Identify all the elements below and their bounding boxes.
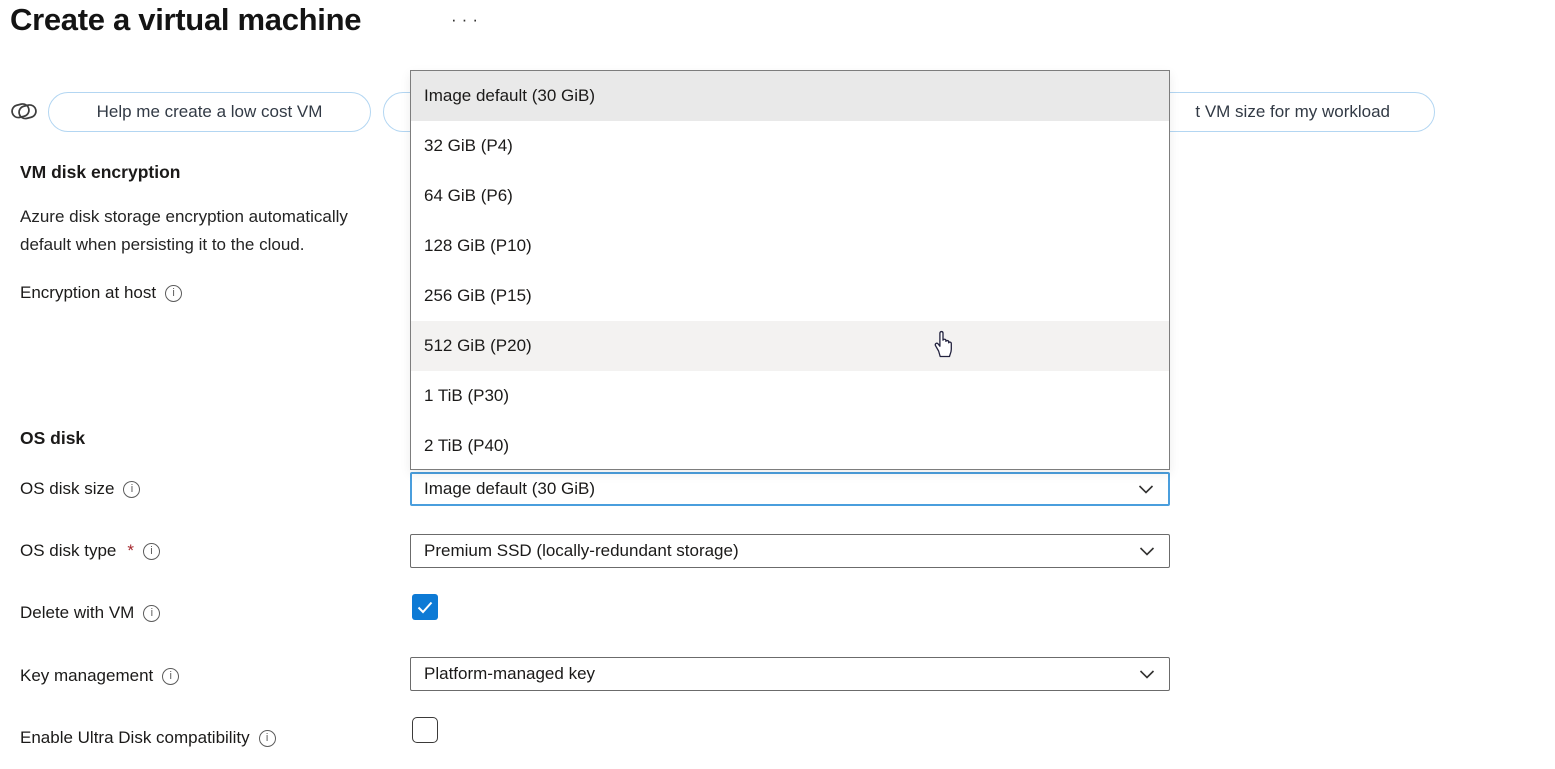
info-icon[interactable]: i [259,730,276,747]
os-disk-type-select[interactable]: Premium SSD (locally-redundant storage) [410,534,1170,568]
delete-with-vm-label: Delete with VM i [20,603,160,623]
required-marker: * [127,541,134,561]
dropdown-option-64gib[interactable]: 64 GiB (P6) [411,171,1169,221]
info-icon[interactable]: i [143,605,160,622]
dropdown-option-2tib[interactable]: 2 TiB (P40) [411,421,1169,471]
pill-label: Help me create a low cost VM [97,102,323,122]
chevron-down-icon [1139,546,1155,557]
encryption-at-host-label: Encryption at host i [20,283,182,303]
os-disk-heading: OS disk [20,428,85,449]
key-management-label: Key management i [20,666,179,686]
os-disk-type-label: OS disk type * i [20,541,160,561]
copilot-suggestion-low-cost-vm[interactable]: Help me create a low cost VM [48,92,371,132]
dropdown-option-image-default[interactable]: Image default (30 GiB) [411,71,1169,121]
info-icon[interactable]: i [165,285,182,302]
dropdown-option-512gib[interactable]: 512 GiB (P20) [411,321,1169,371]
delete-with-vm-checkbox[interactable] [412,594,438,620]
checkmark-icon [417,601,433,614]
dropdown-option-32gib[interactable]: 32 GiB (P4) [411,121,1169,171]
info-icon[interactable]: i [143,543,160,560]
os-disk-size-label: OS disk size i [20,479,140,499]
key-management-value: Platform-managed key [424,664,595,684]
os-disk-size-dropdown-list: Image default (30 GiB) 32 GiB (P4) 64 Gi… [410,70,1170,470]
create-vm-page: Create a virtual machine ··· Help me cre… [0,0,1555,769]
dropdown-option-256gib[interactable]: 256 GiB (P15) [411,271,1169,321]
info-icon[interactable]: i [123,481,140,498]
vm-disk-encryption-heading: VM disk encryption [20,162,180,183]
info-icon[interactable]: i [162,668,179,685]
ultra-disk-checkbox[interactable] [412,717,438,743]
ultra-disk-label: Enable Ultra Disk compatibility i [20,728,276,748]
key-management-select[interactable]: Platform-managed key [410,657,1170,691]
chevron-down-icon [1138,484,1154,495]
encryption-description-line1: Azure disk storage encryption automatica… [20,207,348,227]
dropdown-option-1tib[interactable]: 1 TiB (P30) [411,371,1169,421]
encryption-description-line2: default when persisting it to the cloud. [20,235,304,255]
more-options-ellipsis-icon[interactable]: ··· [451,10,483,30]
dropdown-option-128gib[interactable]: 128 GiB (P10) [411,221,1169,271]
pill-label: t VM size for my workload [1195,102,1390,122]
os-disk-size-value: Image default (30 GiB) [424,479,595,499]
os-disk-type-value: Premium SSD (locally-redundant storage) [424,541,739,561]
page-title: Create a virtual machine [10,2,361,38]
os-disk-size-select[interactable]: Image default (30 GiB) [410,472,1170,506]
copilot-icon [8,95,40,132]
chevron-down-icon [1139,669,1155,680]
